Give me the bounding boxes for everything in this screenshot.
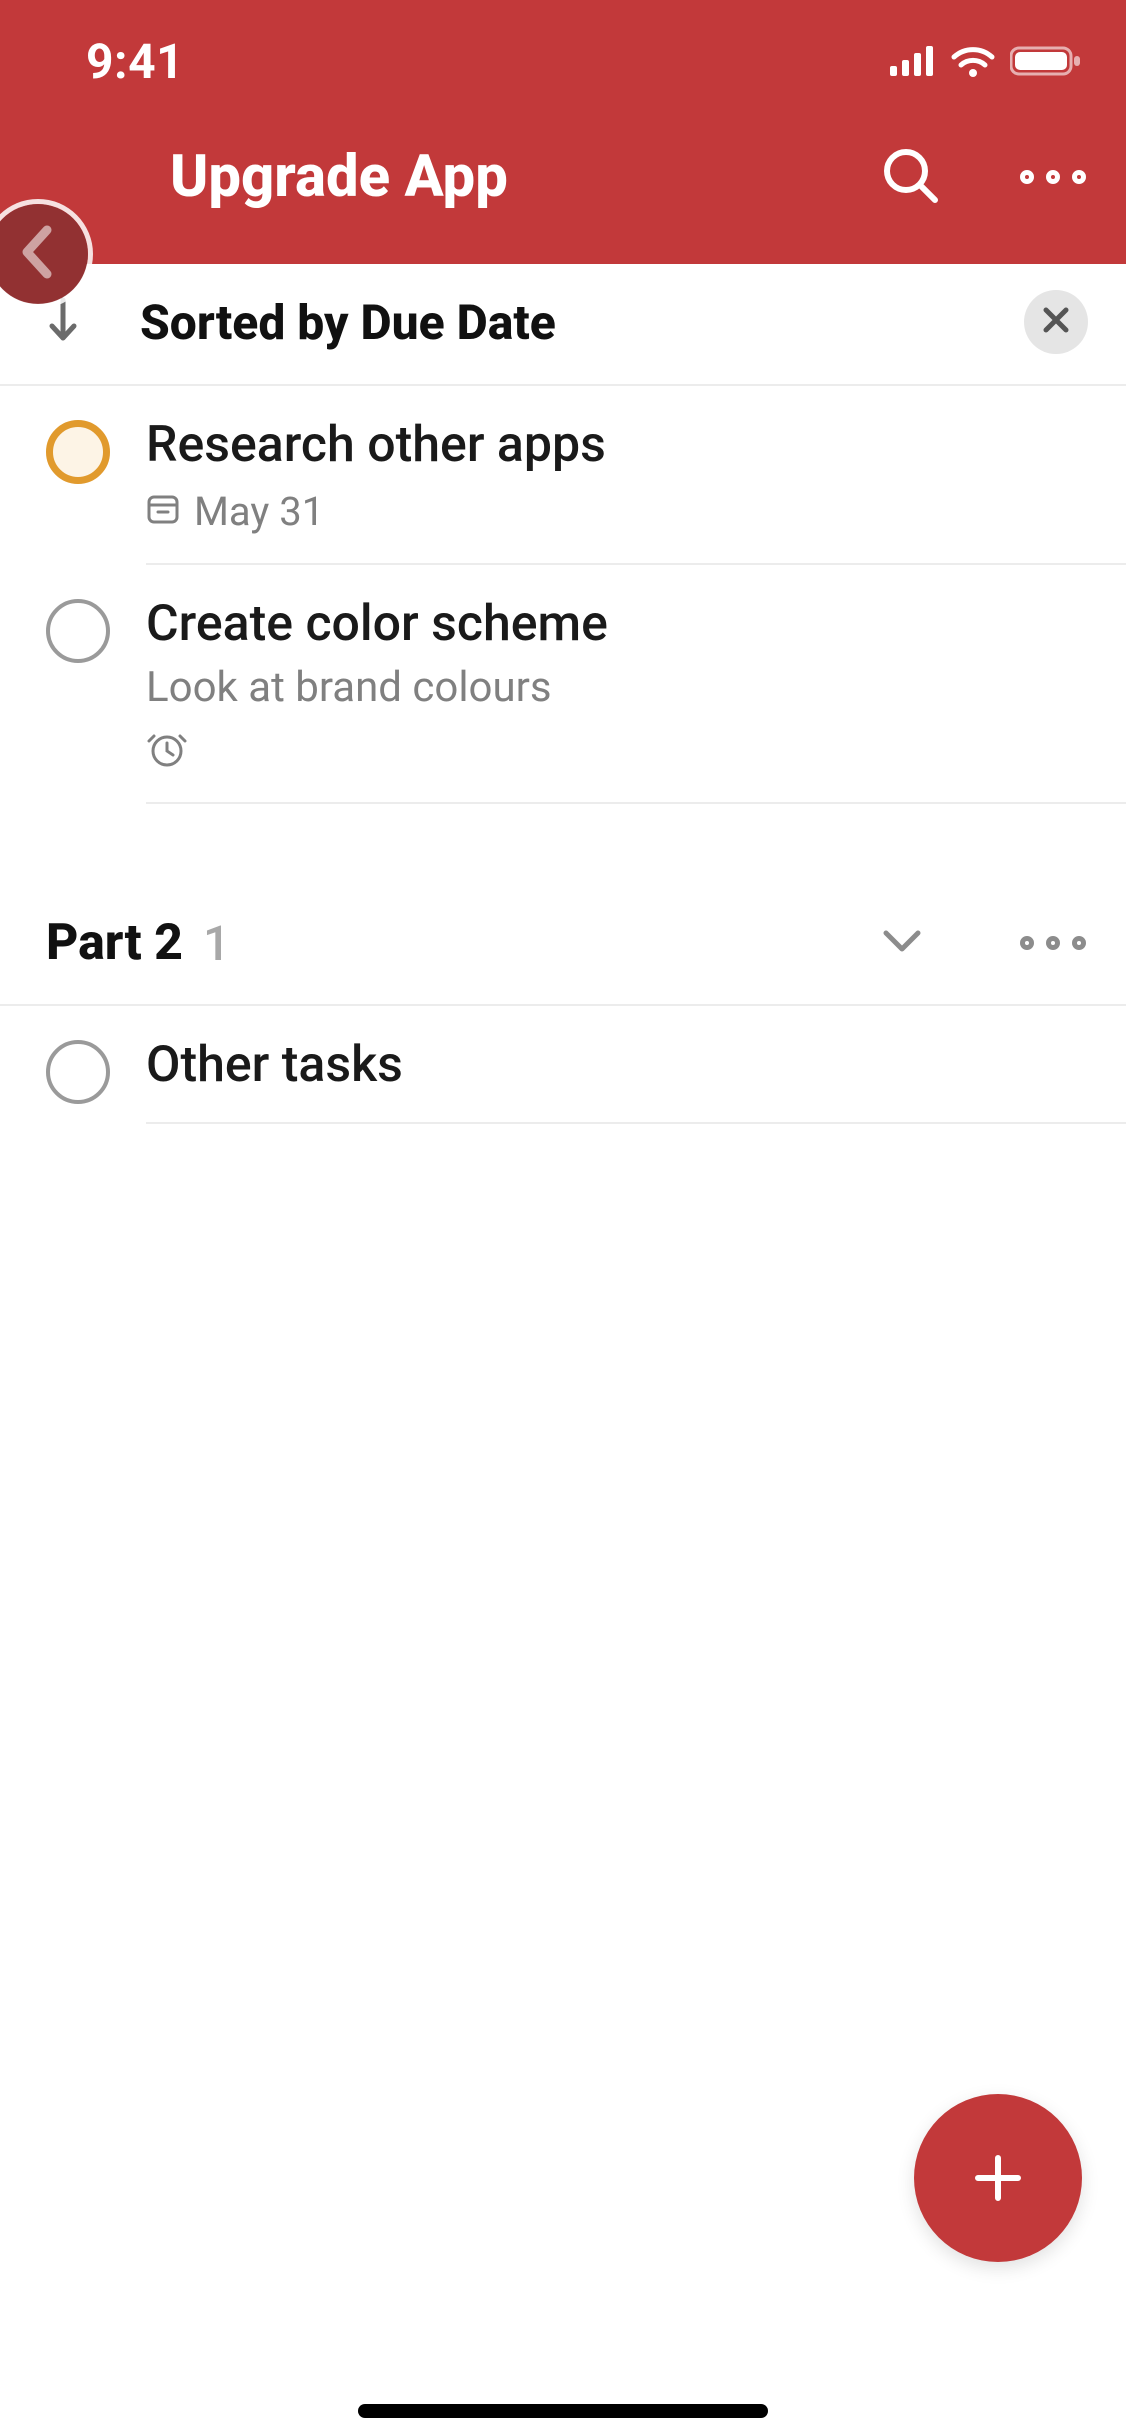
plus-icon [968,2148,1028,2208]
chevron-left-icon [21,224,55,284]
nav-bar: Upgrade App [0,90,1126,264]
section-count: 1 [203,915,230,972]
sort-label: Sorted by Due Date [140,294,556,351]
page-title: Upgrade App [170,143,508,211]
calendar-icon [146,488,180,535]
task-body: Other tasks [146,1036,1126,1124]
status-icons [890,45,1082,77]
task-row[interactable]: Create color scheme Look at brand colours [0,565,1126,804]
section-actions [880,927,1086,959]
task-title: Research other apps [146,416,1090,474]
search-button[interactable] [880,145,940,209]
task-checkbox[interactable] [46,599,110,663]
sections: Part 2 1 Other tasks [0,804,1126,1124]
task-body: Create color scheme Look at brand colours [146,595,1126,804]
wifi-icon [950,45,996,77]
task-title: Create color scheme [146,595,1090,653]
task-due-text: May 31 [194,488,324,535]
sort-control[interactable]: Sorted by Due Date [0,264,1126,386]
alarm-icon [146,728,188,774]
chevron-down-icon [880,927,924,959]
arrow-down-icon [46,296,80,348]
task-note: Look at brand colours [146,663,1090,712]
search-icon [880,145,940,209]
close-icon [1041,305,1071,339]
section-title: Part 2 [46,914,183,972]
header: 9:41 Upgrade App [0,0,1126,264]
task-list: Research other apps May 31 Create color sc… [0,386,1126,804]
task-body: Research other apps May 31 [146,416,1126,565]
task-checkbox[interactable] [46,420,110,484]
cellular-icon [890,46,936,76]
section-more-button[interactable] [1020,936,1086,950]
task-row[interactable]: Research other apps May 31 [0,386,1126,565]
task-title: Other tasks [146,1036,1090,1094]
more-button[interactable] [1020,170,1086,184]
clear-sort-button[interactable] [1024,290,1088,354]
status-time: 9:41 [86,33,184,90]
task-row[interactable]: Other tasks [0,1006,1126,1124]
more-horizontal-icon [1020,170,1086,184]
more-horizontal-icon [1020,936,1086,950]
section-header[interactable]: Part 2 1 [0,804,1126,1006]
task-reminder [146,728,1090,774]
section-collapse-button[interactable] [880,927,924,959]
task-checkbox[interactable] [46,1040,110,1104]
home-indicator [358,2404,768,2418]
task-due: May 31 [146,488,1090,535]
add-task-fab[interactable] [914,2094,1082,2262]
battery-icon [1010,45,1082,77]
status-bar: 9:41 [0,0,1126,90]
